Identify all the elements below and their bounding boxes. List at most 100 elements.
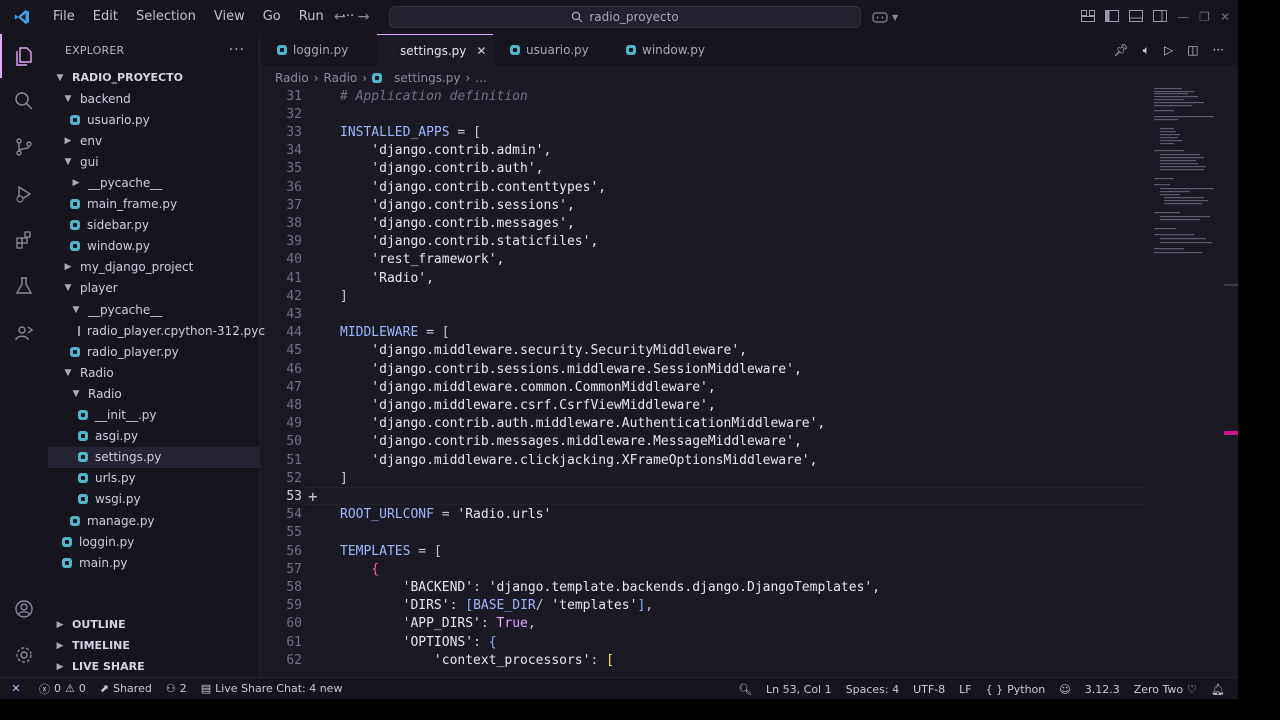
tree-file[interactable]: radio_player.cpython-312.pyc (48, 320, 265, 341)
workspace-root[interactable]: ▼ RADIO_PROYECTO (48, 67, 260, 88)
panel-timeline[interactable]: ▶ TIMELINE (48, 635, 260, 656)
run-debug-icon[interactable] (0, 172, 48, 216)
customize-layout-icon[interactable] (1081, 9, 1096, 25)
breadcrumb-item[interactable]: ... (475, 71, 486, 85)
menu-item-view[interactable]: View (205, 0, 254, 34)
panel-outline[interactable]: ▶ OUTLINE (48, 614, 260, 635)
tree-folder[interactable]: ▼ backend (48, 88, 260, 109)
tree-file[interactable]: wsgi.py (48, 489, 260, 510)
code-line: 33 INSTALLED_APPS = [ (260, 123, 1160, 141)
tree-folder[interactable]: ▼ player (48, 278, 260, 299)
command-center-label: radio_proyecto (589, 10, 679, 24)
tree-folder[interactable]: ▼ Radio (48, 383, 260, 404)
tree-file[interactable]: loggin.py (48, 531, 260, 552)
back-arrow-icon[interactable]: ← (334, 9, 346, 25)
breadcrumb-item[interactable]: Radio (324, 71, 358, 85)
command-center[interactable]: radio_proyecto (389, 6, 861, 28)
menu-item-go[interactable]: Go (254, 0, 290, 34)
encoding[interactable]: UTF-8 (906, 678, 952, 699)
python-interpreter[interactable]: 3.12.3 (1078, 678, 1127, 699)
remote-indicator-icon[interactable]: ✕ (0, 678, 32, 700)
cursor-position[interactable]: Ln 53, Col 1 (759, 678, 839, 699)
copilot-status-icon[interactable]: ☺ (1052, 678, 1077, 699)
code-editor[interactable]: 31 # Application definition 32 33 INSTALLED_… (260, 88, 1238, 677)
indentation[interactable]: Spaces: 4 (839, 678, 906, 699)
code-text: 'django.contrib.sessions.middleware.Sess… (340, 362, 801, 377)
live-share-chat[interactable]: ▤ Live Share Chat: 4 new (194, 678, 350, 700)
tree-file[interactable]: main.py (48, 552, 260, 573)
code-token: 'django.contrib.contenttypes', (340, 179, 607, 195)
zoom-icon[interactable]: 🔍︎ (731, 678, 759, 699)
breadcrumb-item[interactable]: settings.py (394, 71, 460, 85)
tree-folder[interactable]: ▶ __pycache__ (48, 172, 260, 193)
theme-indicator[interactable]: Zero Two ♡ (1127, 678, 1204, 699)
language-mode[interactable]: { } Python (979, 678, 1053, 699)
tree-item-label: my_django_project (80, 260, 194, 275)
more-actions-icon[interactable]: ··· (229, 42, 245, 58)
tab-usuario-py[interactable]: usuario.py (493, 34, 609, 66)
toggle-panel-icon[interactable] (1129, 9, 1144, 25)
tree-file[interactable]: __init__.py (48, 405, 260, 426)
tab-window-py[interactable]: window.py (609, 34, 725, 66)
run-python-file-icon[interactable]: ▷ (1164, 43, 1173, 57)
tree-item-label: usuario.py (87, 112, 150, 127)
tree-file[interactable]: sidebar.py (48, 215, 260, 236)
code-token: 'django.contrib.messages.middleware.Mess… (340, 434, 802, 450)
source-control-icon[interactable] (0, 125, 48, 169)
participants-indicator[interactable]: ⚇ 2 (159, 678, 194, 700)
tree-folder[interactable]: ▼ Radio (48, 362, 260, 383)
notifications-bell-icon[interactable]: 🔔︎ (1204, 678, 1232, 699)
tree-file[interactable]: usuario.py (48, 109, 260, 130)
more-actions-icon[interactable]: ··· (1213, 43, 1224, 57)
forward-arrow-icon[interactable]: → (358, 9, 370, 25)
extensions-icon[interactable] (0, 218, 48, 262)
explorer-icon[interactable] (0, 34, 48, 78)
end-of-line[interactable]: LF (952, 678, 978, 699)
toggle-primary-sidebar-icon[interactable] (1105, 9, 1120, 25)
tree-folder[interactable]: ▼ gui (48, 151, 260, 172)
tree-file[interactable]: asgi.py (48, 426, 260, 447)
menu-item-edit[interactable]: Edit (84, 0, 127, 34)
search-icon[interactable] (0, 79, 48, 123)
close-icon[interactable]: ✕ (476, 44, 486, 58)
tree-file[interactable]: window.py (48, 236, 260, 257)
problems-indicator[interactable]: ⓧ 0 ⚠ 0 (32, 678, 93, 700)
testing-icon[interactable] (0, 264, 48, 308)
split-editor-icon[interactable]: ◫ (1187, 43, 1198, 57)
code-text: TEMPLATES = [ (340, 544, 442, 559)
tree-folder[interactable]: ▶ env (48, 130, 260, 151)
pin-icon[interactable]: 📌︎ (1114, 43, 1129, 57)
breadcrumb-item[interactable]: Radio (275, 71, 309, 85)
panel-live-share[interactable]: ▶ LIVE SHARE (48, 656, 260, 677)
minimap[interactable] (1150, 88, 1220, 268)
close-window-icon[interactable]: ✕ (1220, 10, 1230, 24)
broadcast-icon[interactable]: 🔈︎ (1143, 43, 1150, 58)
line-number: 45 (286, 343, 302, 359)
menu-item-selection[interactable]: Selection (127, 0, 205, 34)
chevron-down-icon: ▼ (56, 72, 64, 83)
accounts-icon[interactable] (0, 587, 48, 631)
live-share-status[interactable]: ⬈ Shared (93, 678, 159, 700)
tree-folder[interactable]: ▶ my_django_project (48, 257, 260, 278)
tree-file[interactable]: radio_player.py (48, 341, 260, 362)
minimize-icon[interactable]: — (1177, 10, 1189, 24)
tree-file[interactable]: settings.py (48, 446, 260, 468)
settings-gear-icon[interactable] (0, 633, 48, 677)
menu-item-run[interactable]: Run (290, 0, 333, 34)
scrollbar-slider[interactable] (1224, 284, 1238, 286)
line-number: 54 (286, 507, 302, 523)
code-line: 62 'context_processors': [ (260, 651, 1160, 669)
add-comment-icon[interactable]: + (308, 487, 318, 506)
tree-file[interactable]: urls.py (48, 468, 260, 489)
menu-item-file[interactable]: File (44, 0, 84, 34)
tree-folder[interactable]: ▼ __pycache__ (48, 299, 260, 320)
restore-icon[interactable]: ❐ (1199, 10, 1210, 24)
tab-loggin-py[interactable]: loggin.py (260, 34, 377, 66)
code-token: 'django.contrib.messages', (340, 215, 575, 231)
copilot-menu[interactable]: ▼ (872, 0, 898, 34)
live-share-icon[interactable] (0, 311, 48, 355)
toggle-secondary-sidebar-icon[interactable] (1153, 9, 1168, 25)
tree-file[interactable]: main_frame.py (48, 194, 260, 215)
tree-file[interactable]: manage.py (48, 510, 260, 531)
tab-settings-py[interactable]: settings.py ✕ (377, 34, 493, 66)
